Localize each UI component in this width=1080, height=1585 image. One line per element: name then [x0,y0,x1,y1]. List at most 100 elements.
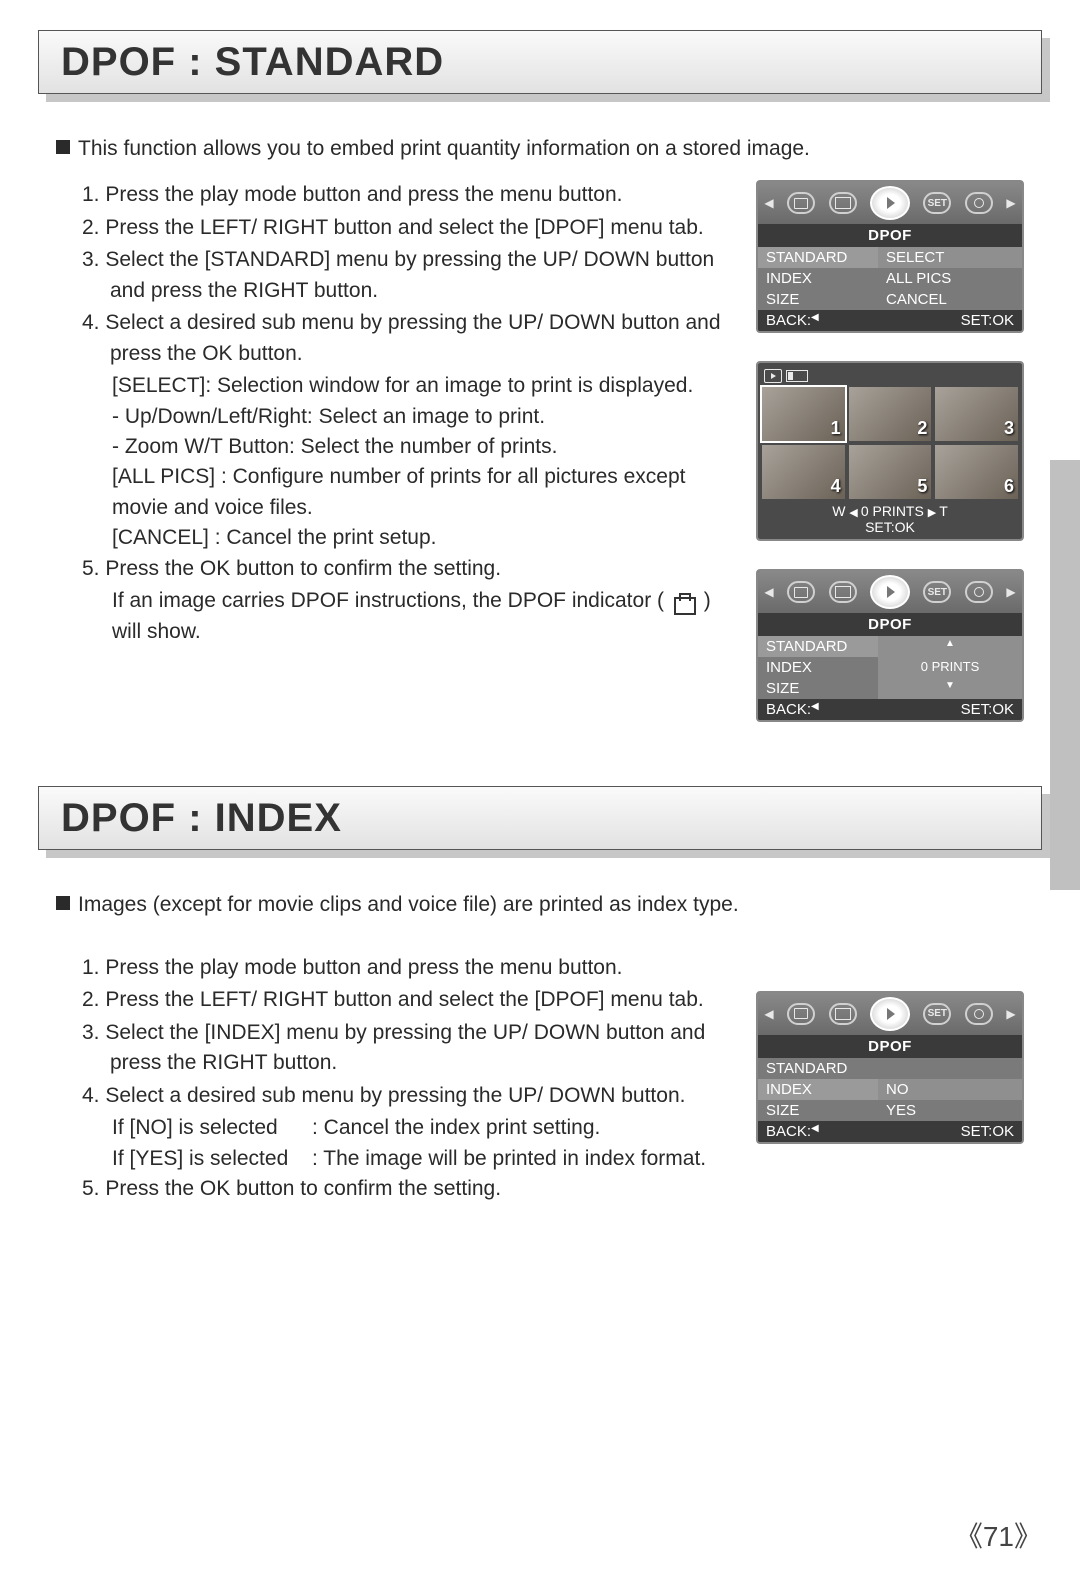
menu-no: NO [878,1079,1022,1100]
step-3: 3. Select the [INDEX] menu by pressing t… [56,1018,732,1079]
play-tab-icon [787,192,815,214]
thumb-6: 6 [935,445,1018,499]
page-number-value: 71 [983,1521,1014,1552]
step-2: 2. Press the LEFT/ RIGHT button and sele… [56,213,732,243]
play-tab-icon [787,581,815,603]
bullet-icon [56,140,70,154]
step-4a: If [NO] is selected : Cancel the index p… [56,1113,732,1143]
foot-back: BACK: [766,312,811,329]
tab-right-arrow-icon: ▶ [1006,196,1016,210]
heading-text: DPOF : INDEX [38,786,1042,850]
if-no-label: If [NO] is selected [112,1113,312,1143]
menu-size: SIZE [758,289,878,310]
step-1: 1. Press the play mode button and press … [56,953,732,983]
menu-size: SIZE [758,678,878,699]
thumb-1: 1 [762,387,845,441]
menu-cancel: CANCEL [878,289,1022,310]
tab-left-arrow-icon: ◀ [764,1007,774,1021]
dpof-tab-icon [870,186,910,220]
menu-standard: STANDARD [758,247,878,268]
menu-title: DPOF [758,1035,1022,1058]
foot-back: BACK: [766,1123,811,1140]
play-mode-icon [764,369,782,383]
menu-standard: STANDARD [758,1058,878,1079]
tab-right-arrow-icon: ▶ [1006,1007,1016,1021]
set-tab-icon: SET [923,1003,951,1025]
section1-intro: This function allows you to embed print … [56,134,1024,164]
step-4d: [ALL PICS] : Configure number of prints … [56,462,732,523]
step-1: 1. Press the play mode button and press … [56,180,732,210]
prints-spinner-down: ▼ [878,678,1022,699]
menu-blank [878,1058,1022,1079]
foot-setok: SET:OK [961,1123,1014,1140]
if-yes-desc: : The image will be printed in index for… [312,1144,706,1174]
section2-intro: Images (except for movie clips and voice… [56,890,1024,920]
step-5b-text: If an image carries DPOF instructions, t… [112,589,664,612]
page-number: 《71》 [955,1515,1042,1555]
section2-steps: 1. Press the play mode button and press … [56,953,732,1207]
foot-back: BACK: [766,701,811,718]
zoom-w: W [832,503,845,519]
person-tab-icon [965,192,993,214]
step-4b: If [YES] is selected : The image will be… [56,1144,732,1174]
print-tab-icon [829,1003,857,1025]
right-arrow-icon: ▶ [928,507,940,519]
menu-standard: STANDARD [758,636,878,657]
thumb-2: 2 [849,387,932,441]
thumb-3: 3 [935,387,1018,441]
section1-screens: ◀ SET ▶ DPOF STANDARD SELECT INDEX [756,180,1024,722]
tab-left-arrow-icon: ◀ [764,196,774,210]
step-4a: [SELECT]: Selection window for an image … [56,371,732,401]
zoom-t: T [939,503,948,519]
print-tab-icon [829,192,857,214]
left-arrow-icon: ◀ [849,507,861,519]
step-4b: - Up/Down/Left/Right: Select an image to… [56,402,732,432]
lcd-screen-index: ◀ SET ▶ DPOF STANDARD INDEX [756,991,1024,1144]
step-4c: - Zoom W/T Button: Select the number of … [56,432,732,462]
step-5a: 5. Press the OK button to confirm the se… [56,554,732,584]
foot-setok2: SET:OK [865,519,915,535]
up-arrow-icon: ▲ [945,638,955,649]
play-tab-icon [787,1003,815,1025]
down-arrow-icon: ▼ [945,680,955,691]
bullet-icon [56,896,70,910]
tab-right-arrow-icon: ▶ [1006,585,1016,599]
set-tab-icon: SET [923,192,951,214]
heading-text: DPOF : STANDARD [38,30,1042,94]
prints-count: 0 PRINTS [861,503,924,519]
menu-title: DPOF [758,224,1022,247]
foot-back-arrow-icon: ◀ [811,312,819,329]
if-yes-label: If [YES] is selected [112,1144,312,1174]
prints-spinner: ▲ [878,636,1022,657]
tab-left-arrow-icon: ◀ [764,585,774,599]
prints-value: 0 PRINTS [878,657,1022,678]
foot-back-arrow-icon: ◀ [811,1123,819,1140]
menu-size: SIZE [758,1100,878,1121]
section2-screens: ◀ SET ▶ DPOF STANDARD INDEX [756,953,1024,1207]
step-4e: [CANCEL] : Cancel the print setup. [56,523,732,553]
dpof-tab-icon [870,997,910,1031]
foot-setok: SET:OK [961,312,1014,329]
menu-tabs: ◀ SET ▶ [758,182,1022,224]
menu-yes: YES [878,1100,1022,1121]
set-tab-icon: SET [923,581,951,603]
foot-back-arrow-icon: ◀ [811,701,819,718]
step-5b: If an image carries DPOF instructions, t… [56,586,732,647]
menu-index: INDEX [758,1079,878,1100]
menu-select: SELECT [878,247,1022,268]
lcd-screen-thumbs: 1 2 3 4 5 6 W ◀ 0 PRINTS ▶ T [756,361,1024,541]
intro-text: This function allows you to embed print … [78,134,810,164]
step-2: 2. Press the LEFT/ RIGHT button and sele… [56,985,732,1015]
intro-text: Images (except for movie clips and voice… [78,890,739,920]
menu-index: INDEX [758,657,878,678]
lcd-screen-standard: ◀ SET ▶ DPOF STANDARD SELECT INDEX [756,180,1024,333]
person-tab-icon [965,581,993,603]
thumb-5: 5 [849,445,932,499]
print-tab-icon [829,581,857,603]
step-3: 3. Select the [STANDARD] menu by pressin… [56,245,732,306]
step-5: 5. Press the OK button to confirm the se… [56,1174,732,1204]
dpof-indicator-icon [670,591,698,613]
heading-dpof-standard: DPOF : STANDARD [38,30,1042,102]
step-4: 4. Select a desired sub menu by pressing… [56,308,732,369]
menu-index: INDEX [758,268,878,289]
